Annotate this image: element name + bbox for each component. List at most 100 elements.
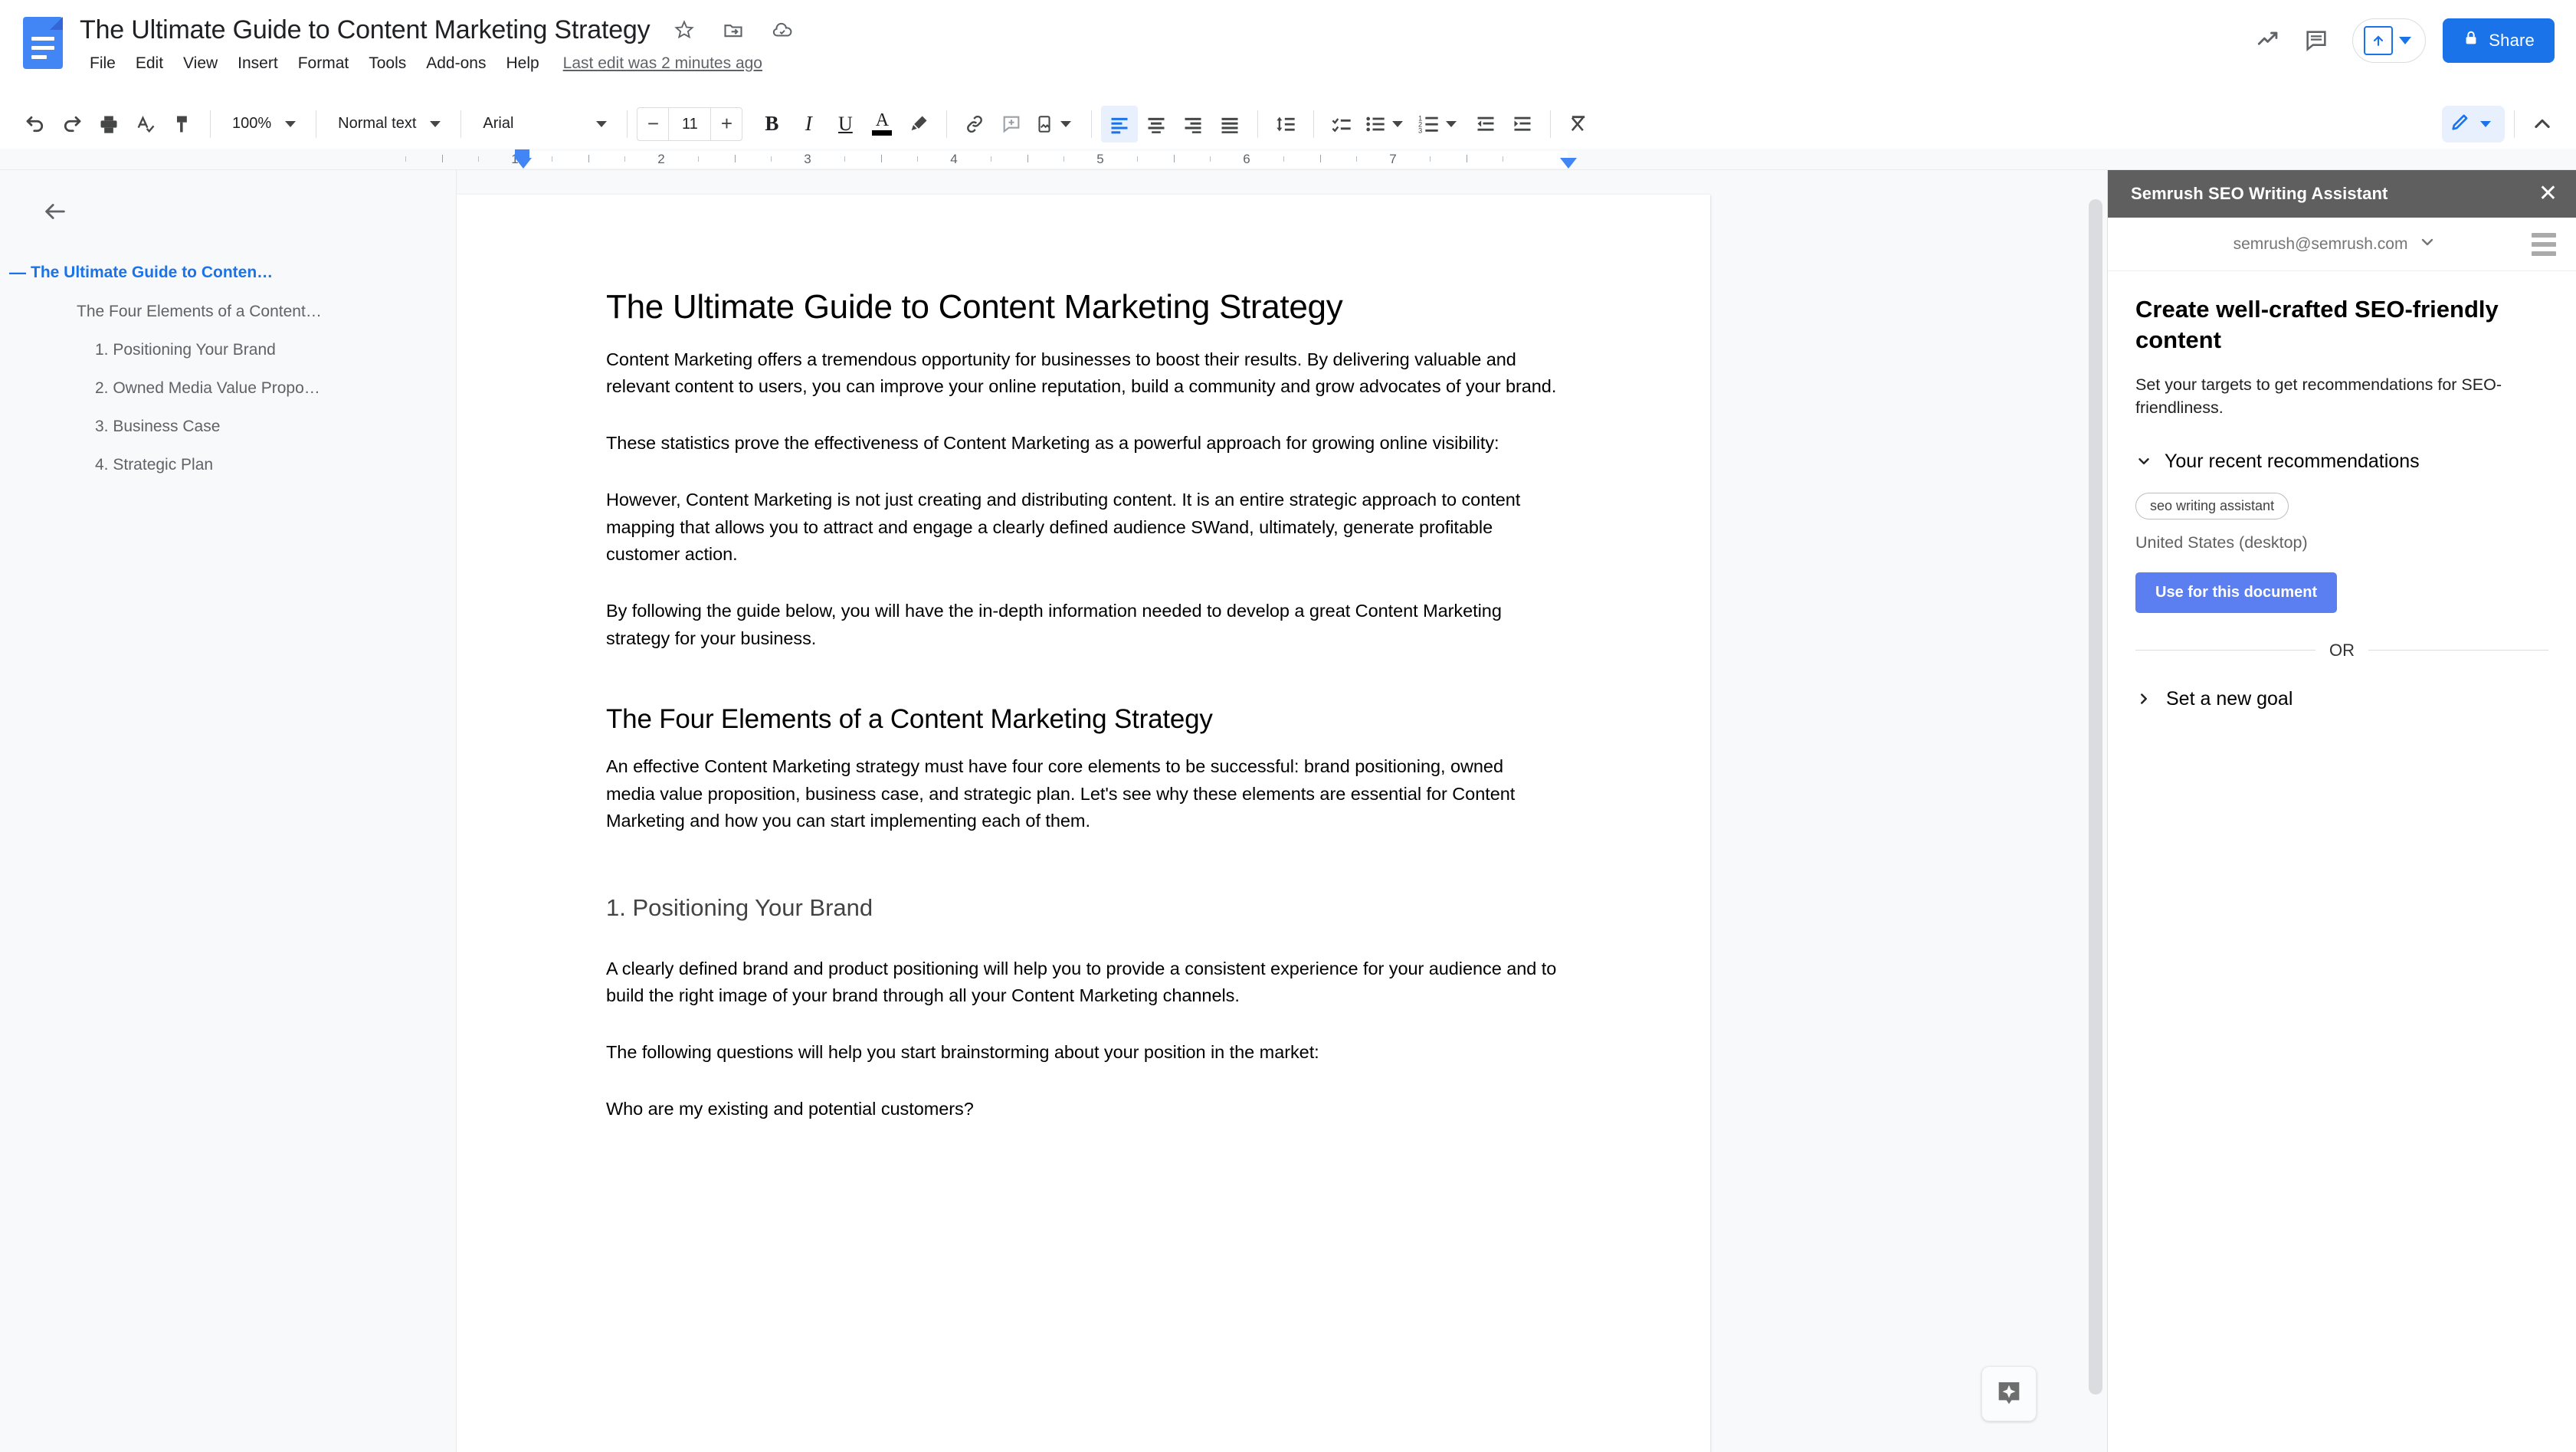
align-right-icon[interactable]: [1175, 106, 1211, 143]
decrease-indent-icon[interactable]: [1467, 106, 1504, 143]
chevron-down-icon: [1446, 120, 1457, 127]
bold-icon[interactable]: B: [753, 106, 790, 143]
menu-item-format[interactable]: Format: [288, 50, 359, 77]
ruler-tick: [844, 156, 845, 162]
close-icon[interactable]: ✕: [2538, 182, 2558, 205]
title-action-icons: [671, 17, 795, 43]
print-icon[interactable]: [90, 106, 127, 143]
cloud-saved-icon[interactable]: [769, 17, 795, 43]
share-button[interactable]: Share: [2443, 18, 2555, 63]
vertical-scrollbar[interactable]: [2089, 199, 2102, 1395]
comment-history-icon[interactable]: [2293, 17, 2340, 64]
increase-font-size-button[interactable]: +: [711, 108, 742, 140]
chevron-down-icon: [1060, 120, 1072, 127]
text-color-icon[interactable]: A: [864, 106, 900, 143]
checklist-icon[interactable]: [1323, 106, 1360, 143]
divider-line: [2368, 650, 2548, 651]
ruler-tick: [441, 155, 443, 162]
spelling-check-icon[interactable]: [127, 106, 164, 143]
font-family-control[interactable]: Arial: [470, 106, 618, 143]
bulleted-list-icon[interactable]: [1360, 106, 1414, 143]
set-a-new-goal-toggle[interactable]: Set a new goal: [2135, 688, 2548, 710]
menu-item-insert[interactable]: Insert: [228, 50, 288, 77]
collapse-toolbar-icon[interactable]: [2524, 106, 2561, 143]
ruler-tick: [405, 156, 406, 162]
menu-item-view[interactable]: View: [173, 50, 228, 77]
outline-item-label: 3. Business Case: [95, 418, 221, 435]
toolbar-divider: [460, 110, 462, 138]
left-indent-marker[interactable]: [515, 158, 532, 169]
align-left-icon[interactable]: [1101, 105, 1139, 143]
outline-item-1[interactable]: The Four Elements of a Content…: [0, 293, 456, 331]
line-spacing-icon[interactable]: [1267, 106, 1304, 143]
star-icon[interactable]: [671, 17, 697, 43]
paint-format-icon[interactable]: [164, 106, 201, 143]
semrush-subtext: Set your targets to get recommendations …: [2135, 375, 2502, 418]
outline-item-2[interactable]: 1. Positioning Your Brand: [0, 331, 456, 369]
doc-paragraph: Content Marketing offers a tremendous op…: [606, 349, 1557, 397]
menu-item-addons[interactable]: Add-ons: [416, 50, 496, 77]
keyword-tag[interactable]: seo writing assistant: [2135, 492, 2289, 520]
outline-item-5[interactable]: 4. Strategic Plan: [0, 446, 456, 484]
semrush-panel-body: Create well-crafted SEO-friendly content…: [2108, 271, 2576, 710]
collapse-minus-icon[interactable]: —: [5, 263, 31, 283]
decrease-font-size-button[interactable]: −: [637, 108, 668, 140]
explore-sparkle-icon: [1998, 1382, 2020, 1404]
align-justify-icon[interactable]: [1211, 106, 1248, 143]
ruler-track: 1234567: [405, 149, 2061, 169]
back-arrow-icon[interactable]: [31, 187, 80, 236]
increase-indent-icon[interactable]: [1504, 106, 1541, 143]
align-center-icon[interactable]: [1138, 106, 1175, 143]
insert-image-icon[interactable]: [1030, 106, 1082, 143]
clear-formatting-icon[interactable]: [1560, 106, 1597, 143]
present-button[interactable]: [2352, 18, 2427, 63]
zoom-control[interactable]: 100%: [220, 106, 306, 143]
menu-item-tools[interactable]: Tools: [359, 50, 416, 77]
document-page[interactable]: The Ultimate Guide to Content Marketing …: [457, 195, 1710, 1452]
menu-item-help[interactable]: Help: [496, 50, 549, 77]
ruler-tick: [1429, 156, 1431, 162]
use-for-this-document-button[interactable]: Use for this document: [2135, 572, 2338, 613]
recent-recommendations-label: Your recent recommendations: [2165, 450, 2420, 472]
editing-mode-button[interactable]: [2442, 105, 2505, 143]
or-divider: OR: [2135, 641, 2548, 660]
document-title[interactable]: The Ultimate Guide to Content Marketing …: [80, 15, 651, 45]
ruler-tick: [734, 155, 736, 162]
highlight-color-icon[interactable]: [900, 106, 937, 143]
document-canvas[interactable]: The Ultimate Guide to Content Marketing …: [457, 170, 2107, 1452]
semrush-seo-writing-assistant-panel: Semrush SEO Writing Assistant ✕ semrush@…: [2107, 170, 2576, 1452]
underline-icon[interactable]: U: [827, 106, 864, 143]
doc-paragraph: These statistics prove the effectiveness…: [606, 433, 1499, 454]
account-selector[interactable]: semrush@semrush.com: [2138, 233, 2532, 255]
numbered-list-icon[interactable]: 123: [1414, 106, 1467, 143]
font-size-stepper[interactable]: − 11 +: [637, 107, 743, 141]
insert-link-icon[interactable]: [956, 106, 993, 143]
menu-item-file[interactable]: File: [80, 50, 126, 77]
add-comment-icon[interactable]: [993, 106, 1030, 143]
activity-trend-icon[interactable]: [2245, 17, 2293, 64]
menu-hamburger-icon[interactable]: [2532, 232, 2556, 256]
horizontal-ruler[interactable]: 1234567: [0, 149, 2576, 170]
first-line-indent-marker[interactable]: [515, 149, 529, 158]
last-edit-link[interactable]: Last edit was 2 minutes ago: [563, 54, 762, 73]
recent-recommendations-toggle[interactable]: Your recent recommendations: [2135, 451, 2548, 473]
outline-item-4[interactable]: 3. Business Case: [0, 408, 456, 446]
menu-item-edit[interactable]: Edit: [126, 50, 173, 77]
redo-icon[interactable]: [54, 106, 90, 143]
chevron-down-icon: [430, 120, 441, 127]
app-header: The Ultimate Guide to Content Marketing …: [0, 0, 2576, 100]
ruler-number: 3: [804, 152, 811, 166]
toolbar-divider: [210, 110, 211, 138]
font-size-input[interactable]: 11: [668, 107, 712, 140]
move-to-folder-icon[interactable]: [720, 17, 746, 43]
undo-icon[interactable]: [17, 106, 54, 143]
outline-item-0[interactable]: — The Ultimate Guide to Conten…: [0, 253, 456, 293]
outline-item-3[interactable]: 2. Owned Media Value Propo…: [0, 369, 456, 408]
toolbar-divider: [1550, 110, 1552, 138]
italic-icon[interactable]: I: [790, 106, 827, 143]
paragraph-style-value: Normal text: [338, 115, 417, 132]
explore-button[interactable]: [1981, 1366, 2037, 1421]
present-icon: [2364, 26, 2394, 55]
paragraph-style-control[interactable]: Normal text: [326, 106, 451, 143]
right-indent-marker[interactable]: [1560, 158, 1577, 169]
